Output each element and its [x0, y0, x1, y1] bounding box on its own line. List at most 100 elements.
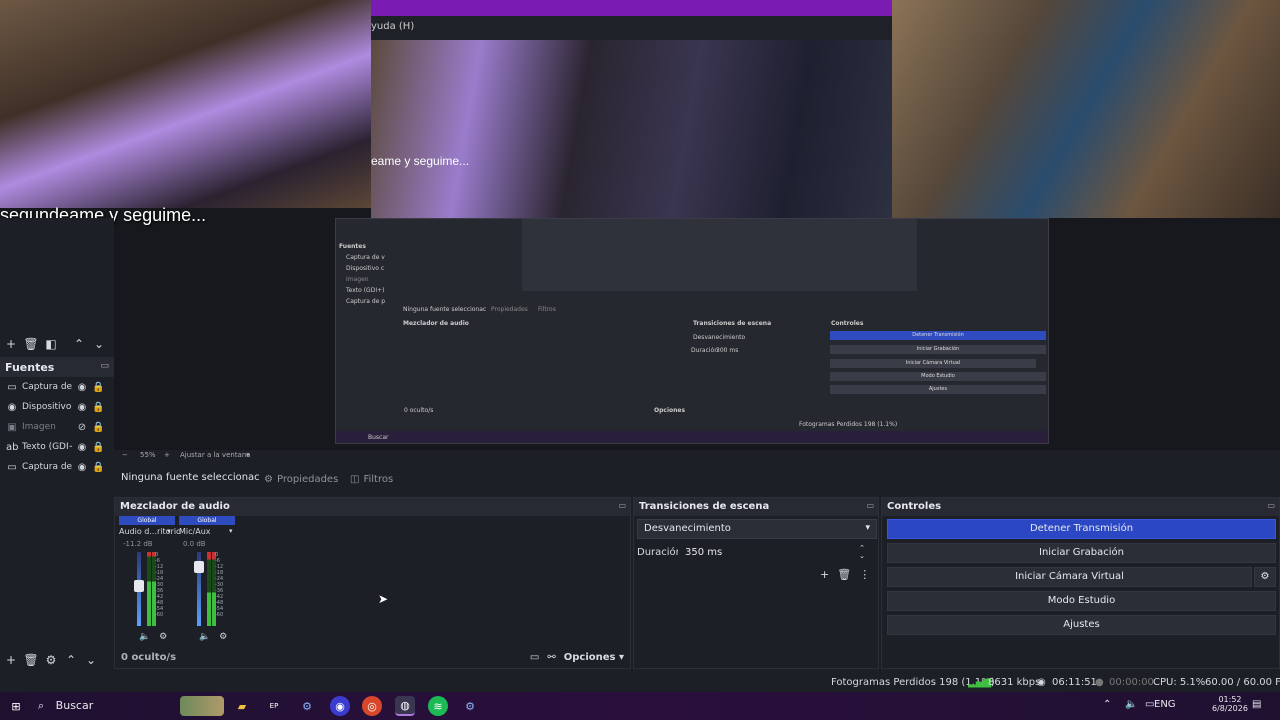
- add-icon[interactable]: +: [4, 337, 18, 351]
- chrome-icon[interactable]: ◎: [362, 696, 382, 716]
- volume-knob[interactable]: [134, 579, 144, 592]
- spin-arrows-icon[interactable]: ⌃ ⌄: [859, 544, 865, 560]
- gear-icon[interactable]: ⚙: [159, 632, 167, 642]
- source-item[interactable]: abTexto (GDI+) ◉ 🔒: [0, 437, 114, 457]
- float-dock-icon[interactable]: ▭: [1267, 501, 1275, 510]
- trash-icon[interactable]: 🗑: [23, 653, 38, 667]
- eye-icon[interactable]: ◉: [76, 402, 88, 413]
- add-icon[interactable]: +: [4, 653, 18, 667]
- channel-db: 0.0 dB: [183, 540, 206, 548]
- taskbar-search[interactable]: ⌕ Buscar: [38, 699, 93, 713]
- link-icon[interactable]: ⚯: [547, 652, 555, 663]
- move-up-icon[interactable]: ⌃: [72, 337, 86, 351]
- monitor-icon: ▭: [7, 381, 17, 393]
- windows-start-icon[interactable]: ⊞: [6, 696, 26, 716]
- trash-icon[interactable]: 🗑: [837, 568, 851, 581]
- move-down-icon[interactable]: ⌄: [84, 653, 98, 667]
- mini-source-item: Captura de v: [346, 254, 385, 261]
- gear-icon: ⚙: [264, 473, 273, 485]
- lock-icon[interactable]: 🔒: [92, 402, 104, 413]
- volume-knob[interactable]: [194, 561, 204, 574]
- epic-games-icon[interactable]: EP: [264, 696, 284, 716]
- meter-scale: 0 -6 -12 -18 -24 -30 -36 -42 -48 -54 -60: [155, 552, 164, 618]
- mini-source-item: Dispositivo c: [346, 265, 385, 272]
- scenes-toolbar: + 🗑 ◧ ⌃ ⌄: [0, 333, 114, 355]
- source-item[interactable]: ▭ Captura de v ◉ 🔒: [0, 377, 114, 397]
- source-item[interactable]: ▭ Captura de p ◉ 🔒: [0, 457, 114, 477]
- speaker-icon[interactable]: 🔈: [139, 632, 150, 642]
- eye-icon[interactable]: ◉: [76, 382, 88, 393]
- speaker-icon[interactable]: 🔈: [1125, 699, 1137, 710]
- duration-spinbox[interactable]: 350 ms ⌃ ⌄: [678, 543, 872, 563]
- filters-label: Filtros: [363, 473, 394, 485]
- mini-status: Fotogramas Perdidos 198 (1.1%): [799, 421, 898, 428]
- text-icon: ab: [6, 441, 19, 453]
- language-indicator[interactable]: ENG: [1154, 699, 1176, 710]
- stream-icon: ◉: [1037, 677, 1046, 688]
- eye-icon[interactable]: ◉: [76, 462, 88, 473]
- zoom-bar[interactable]: − 55% + Ajustar a la ventana ▾: [118, 450, 638, 462]
- mini-source-item: Imagen: [346, 276, 369, 283]
- filters-button[interactable]: ◫ Filtros: [350, 470, 393, 488]
- clock[interactable]: 01:52 6/8/2026: [1212, 695, 1248, 713]
- options-button[interactable]: Opciones ▾: [564, 652, 624, 663]
- channel-name: Mic/Aux: [179, 527, 211, 536]
- file-explorer-icon[interactable]: ▰: [232, 696, 252, 716]
- layout-icon[interactable]: ▭: [530, 652, 539, 663]
- stop-stream-button[interactable]: Detener Transmisión: [887, 519, 1276, 539]
- settings-button[interactable]: Ajustes: [887, 615, 1276, 635]
- mini-hidden: 0 oculto/s: [404, 407, 434, 414]
- mini-source-item: Texto (GDI+): [346, 287, 385, 294]
- steam-icon[interactable]: ⚙: [460, 696, 480, 716]
- lock-icon[interactable]: 🔒: [92, 422, 104, 433]
- duration-label: Duración: [637, 547, 683, 558]
- properties-button[interactable]: ⚙ Propiedades: [264, 470, 338, 488]
- sources-toolbar: + 🗑 ⚙ ⌃ ⌄: [0, 649, 114, 671]
- eye-hidden-icon[interactable]: ⊘: [76, 422, 88, 433]
- obs-icon[interactable]: ◍: [395, 696, 415, 716]
- float-dock-icon[interactable]: ▭: [618, 501, 626, 510]
- lock-icon[interactable]: 🔒: [92, 382, 104, 393]
- trash-icon[interactable]: 🗑: [23, 337, 38, 351]
- mini-search: Buscar: [368, 434, 389, 441]
- float-dock-icon[interactable]: ▭: [866, 501, 874, 510]
- lock-icon[interactable]: 🔒: [92, 442, 104, 453]
- source-item[interactable]: ▣ Imagen ⊘ 🔒: [0, 417, 114, 437]
- steam-icon[interactable]: ⚙: [297, 696, 317, 716]
- mini-taskbar: Buscar: [336, 431, 1048, 443]
- zoom-in-icon[interactable]: +: [164, 451, 170, 459]
- mouse-cursor: ➤: [378, 592, 389, 606]
- speaker-icon[interactable]: 🔈: [199, 632, 210, 642]
- studio-mode-button[interactable]: Modo Estudio: [887, 591, 1276, 611]
- chevron-down-icon[interactable]: ▾: [229, 527, 233, 535]
- gear-icon[interactable]: ⚙: [44, 653, 58, 667]
- filter-icon[interactable]: ◧: [44, 337, 58, 351]
- spotify-icon[interactable]: ≋: [428, 696, 448, 716]
- zoom-out-icon[interactable]: −: [122, 451, 128, 459]
- start-recording-button[interactable]: Iniciar Grabación: [887, 543, 1276, 563]
- chevron-down-icon[interactable]: ▾: [246, 451, 250, 459]
- mini-filters: Filtros: [538, 306, 556, 313]
- add-icon[interactable]: +: [820, 568, 829, 581]
- preview-canvas[interactable]: yuda (H) segundeame y seguime... eame y …: [0, 0, 1280, 450]
- virtual-camera-settings-button[interactable]: ⚙: [1254, 567, 1276, 587]
- chevron-up-icon[interactable]: ⌃: [1103, 699, 1111, 710]
- move-down-icon[interactable]: ⌄: [92, 337, 106, 351]
- gear-icon[interactable]: ⚙: [219, 632, 227, 642]
- more-icon[interactable]: ⋮: [859, 568, 870, 581]
- discord-icon[interactable]: ◉: [330, 696, 350, 716]
- notifications-icon[interactable]: ▤: [1252, 699, 1261, 710]
- webcam-feed-left: [0, 0, 371, 208]
- lock-icon[interactable]: 🔒: [92, 462, 104, 473]
- transitions-title: Transiciones de escena: [639, 501, 770, 512]
- controls-header: Controles ▭: [882, 498, 1279, 516]
- chevron-down-icon[interactable]: ▾: [167, 527, 171, 535]
- transition-select[interactable]: Desvanecimiento ▾: [637, 519, 877, 539]
- fit-window[interactable]: Ajustar a la ventana: [180, 451, 251, 459]
- source-item[interactable]: ◉ Dispositivo c ◉ 🔒: [0, 397, 114, 417]
- float-dock-icon[interactable]: ▭: [100, 361, 109, 371]
- zoom-level: 55%: [140, 451, 156, 459]
- move-up-icon[interactable]: ⌃: [64, 653, 78, 667]
- start-virtual-camera-button[interactable]: Iniciar Cámara Virtual: [887, 567, 1252, 587]
- eye-icon[interactable]: ◉: [76, 442, 88, 453]
